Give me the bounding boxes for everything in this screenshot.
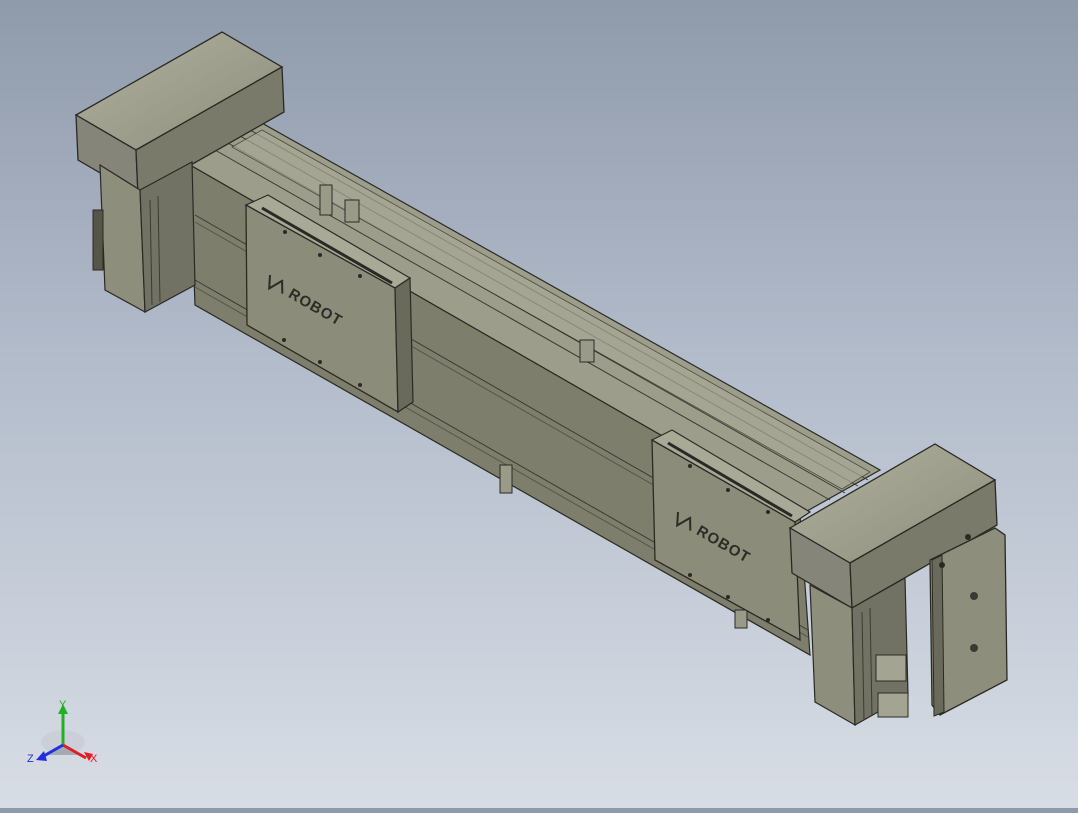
model-canvas[interactable]: ROBOT ROBOT Y X Z: [0, 0, 1078, 808]
cad-viewport[interactable]: ROBOT ROBOT Y X Z: [0, 0, 1078, 808]
z-axis-label: Z: [27, 753, 34, 765]
x-axis-label: X: [90, 753, 98, 765]
coordinate-triad-icon[interactable]: Y X Z: [27, 699, 98, 765]
y-axis-label: Y: [59, 699, 67, 711]
